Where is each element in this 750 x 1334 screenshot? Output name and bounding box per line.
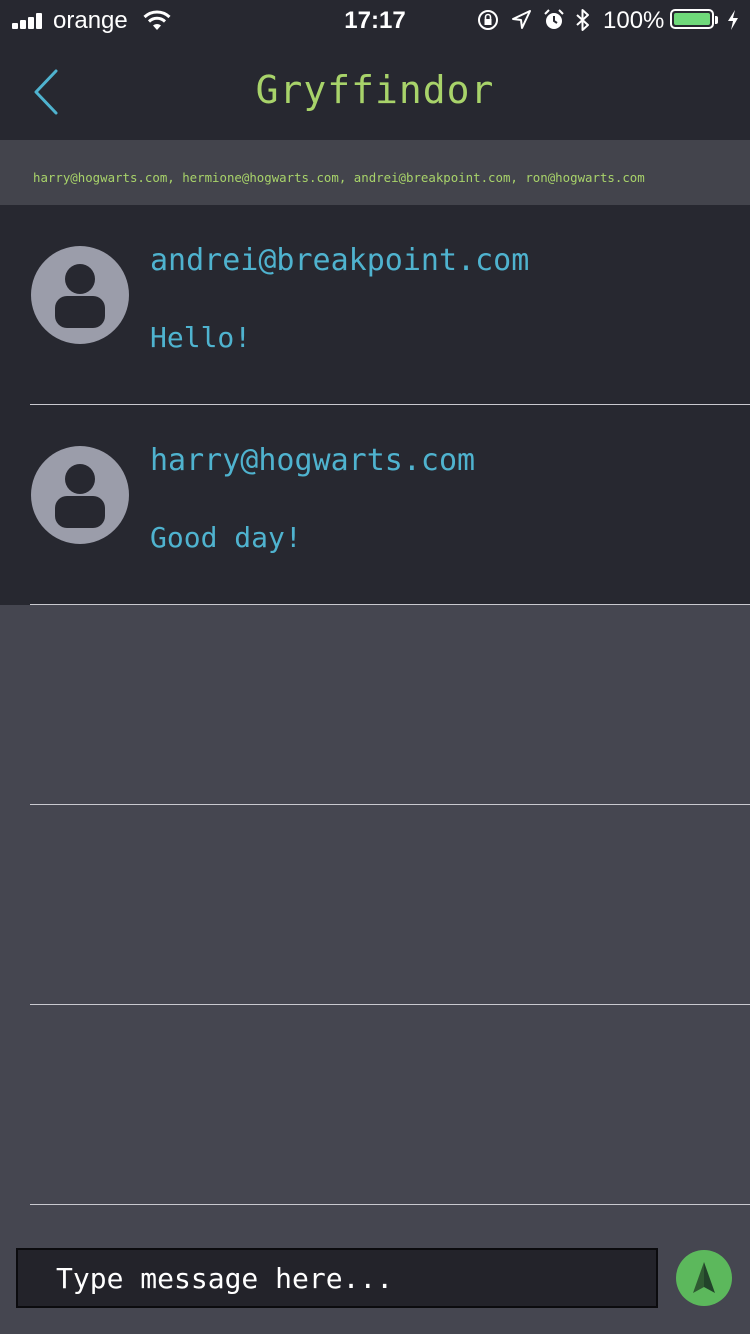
battery-percent: 100% [603,7,665,34]
status-bar: orange 17:17 100% [0,0,750,40]
bluetooth-icon [576,9,589,31]
row-divider [30,1204,750,1205]
empty-message-row [0,805,750,1005]
alarm-icon [544,9,564,29]
avatar-body [55,496,105,528]
message-text: Good day! [150,521,302,554]
battery-level [674,13,710,25]
message-composer [16,1248,658,1308]
location-icon [512,10,531,29]
battery-icon [670,9,714,29]
empty-message-row [0,605,750,805]
avatar-head [65,264,95,294]
participants-list: harry@hogwarts.com, hermione@hogwarts.co… [33,170,645,185]
message-input[interactable] [18,1250,656,1306]
message-sender: harry@hogwarts.com [150,443,476,478]
send-button[interactable] [676,1250,732,1306]
page-title: Gryffindor [255,68,495,112]
orientation-lock-icon [478,10,498,30]
message-row[interactable]: andrei@breakpoint.com Hello! [0,205,750,405]
user-avatar-icon [31,446,129,544]
message-sender: andrei@breakpoint.com [150,243,530,278]
user-avatar-icon [31,246,129,344]
message-row[interactable]: harry@hogwarts.com Good day! [0,405,750,605]
charging-icon [728,10,738,30]
avatar-head [65,464,95,494]
avatar-body [55,296,105,328]
nav-bar: Gryffindor [0,40,750,140]
battery-nub [715,16,718,24]
empty-message-row [0,1005,750,1205]
message-list[interactable]: andrei@breakpoint.com Hello! harry@hogwa… [0,205,750,1205]
participants-bar: harry@hogwarts.com, hermione@hogwarts.co… [0,140,750,205]
message-text: Hello! [150,321,252,354]
send-arrow-icon [693,1262,715,1293]
